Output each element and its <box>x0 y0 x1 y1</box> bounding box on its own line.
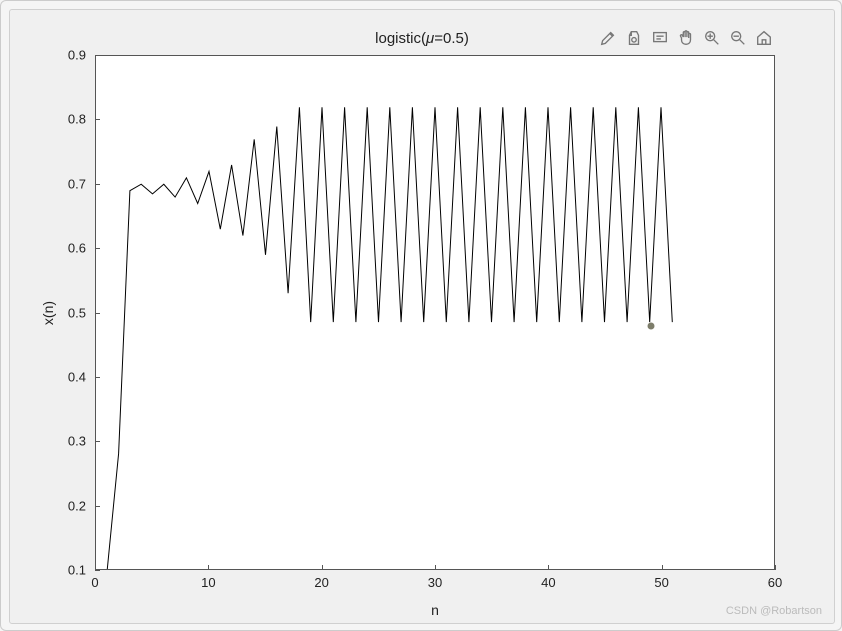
y-tick-label: 0.9 <box>46 48 86 63</box>
y-tick-label: 0.1 <box>46 563 86 578</box>
x-axis-label: n <box>431 602 439 618</box>
x-tick-mark <box>95 565 96 570</box>
y-tick-label: 0.3 <box>46 434 86 449</box>
x-tick-mark <box>435 565 436 570</box>
y-tick-mark <box>95 55 100 56</box>
x-tick-mark <box>208 565 209 570</box>
y-tick-label: 0.4 <box>46 369 86 384</box>
axes-toolbar <box>598 28 774 48</box>
zoom-out-icon[interactable] <box>728 28 748 48</box>
x-tick-label: 60 <box>768 575 782 590</box>
chart-title: logistic(μ=0.5) <box>375 30 469 47</box>
plot-axes[interactable] <box>95 55 775 570</box>
title-post: =0.5) <box>434 30 469 47</box>
x-tick-mark <box>322 565 323 570</box>
y-tick-mark <box>95 313 100 314</box>
y-tick-label: 0.2 <box>46 498 86 513</box>
x-tick-mark <box>548 565 549 570</box>
y-tick-label: 0.7 <box>46 176 86 191</box>
x-tick-label: 0 <box>91 575 98 590</box>
link-icon[interactable] <box>624 28 644 48</box>
x-tick-label: 40 <box>541 575 555 590</box>
figure-panel: logistic(μ=0.5) x(n) n 0.10.20.30. <box>9 9 835 624</box>
home-icon[interactable] <box>754 28 774 48</box>
y-tick-label: 0.8 <box>46 112 86 127</box>
y-tick-label: 0.5 <box>46 305 86 320</box>
x-tick-mark <box>775 565 776 570</box>
title-mu: μ <box>426 30 434 47</box>
y-tick-label: 0.6 <box>46 241 86 256</box>
watermark: CSDN @Robartson <box>726 605 822 617</box>
data-marker[interactable] <box>648 323 655 330</box>
x-tick-label: 30 <box>428 575 442 590</box>
title-pre: logistic( <box>375 30 426 47</box>
y-tick-mark <box>95 377 100 378</box>
brush-icon[interactable] <box>598 28 618 48</box>
line-series <box>96 56 774 569</box>
y-tick-mark <box>95 119 100 120</box>
zoom-in-icon[interactable] <box>702 28 722 48</box>
x-tick-mark <box>662 565 663 570</box>
x-tick-label: 10 <box>201 575 215 590</box>
y-tick-mark <box>95 248 100 249</box>
y-tick-mark <box>95 506 100 507</box>
pan-icon[interactable] <box>676 28 696 48</box>
y-tick-mark <box>95 441 100 442</box>
y-tick-mark <box>95 570 100 571</box>
x-tick-label: 50 <box>654 575 668 590</box>
y-tick-mark <box>95 184 100 185</box>
datatip-icon[interactable] <box>650 28 670 48</box>
x-tick-label: 20 <box>314 575 328 590</box>
